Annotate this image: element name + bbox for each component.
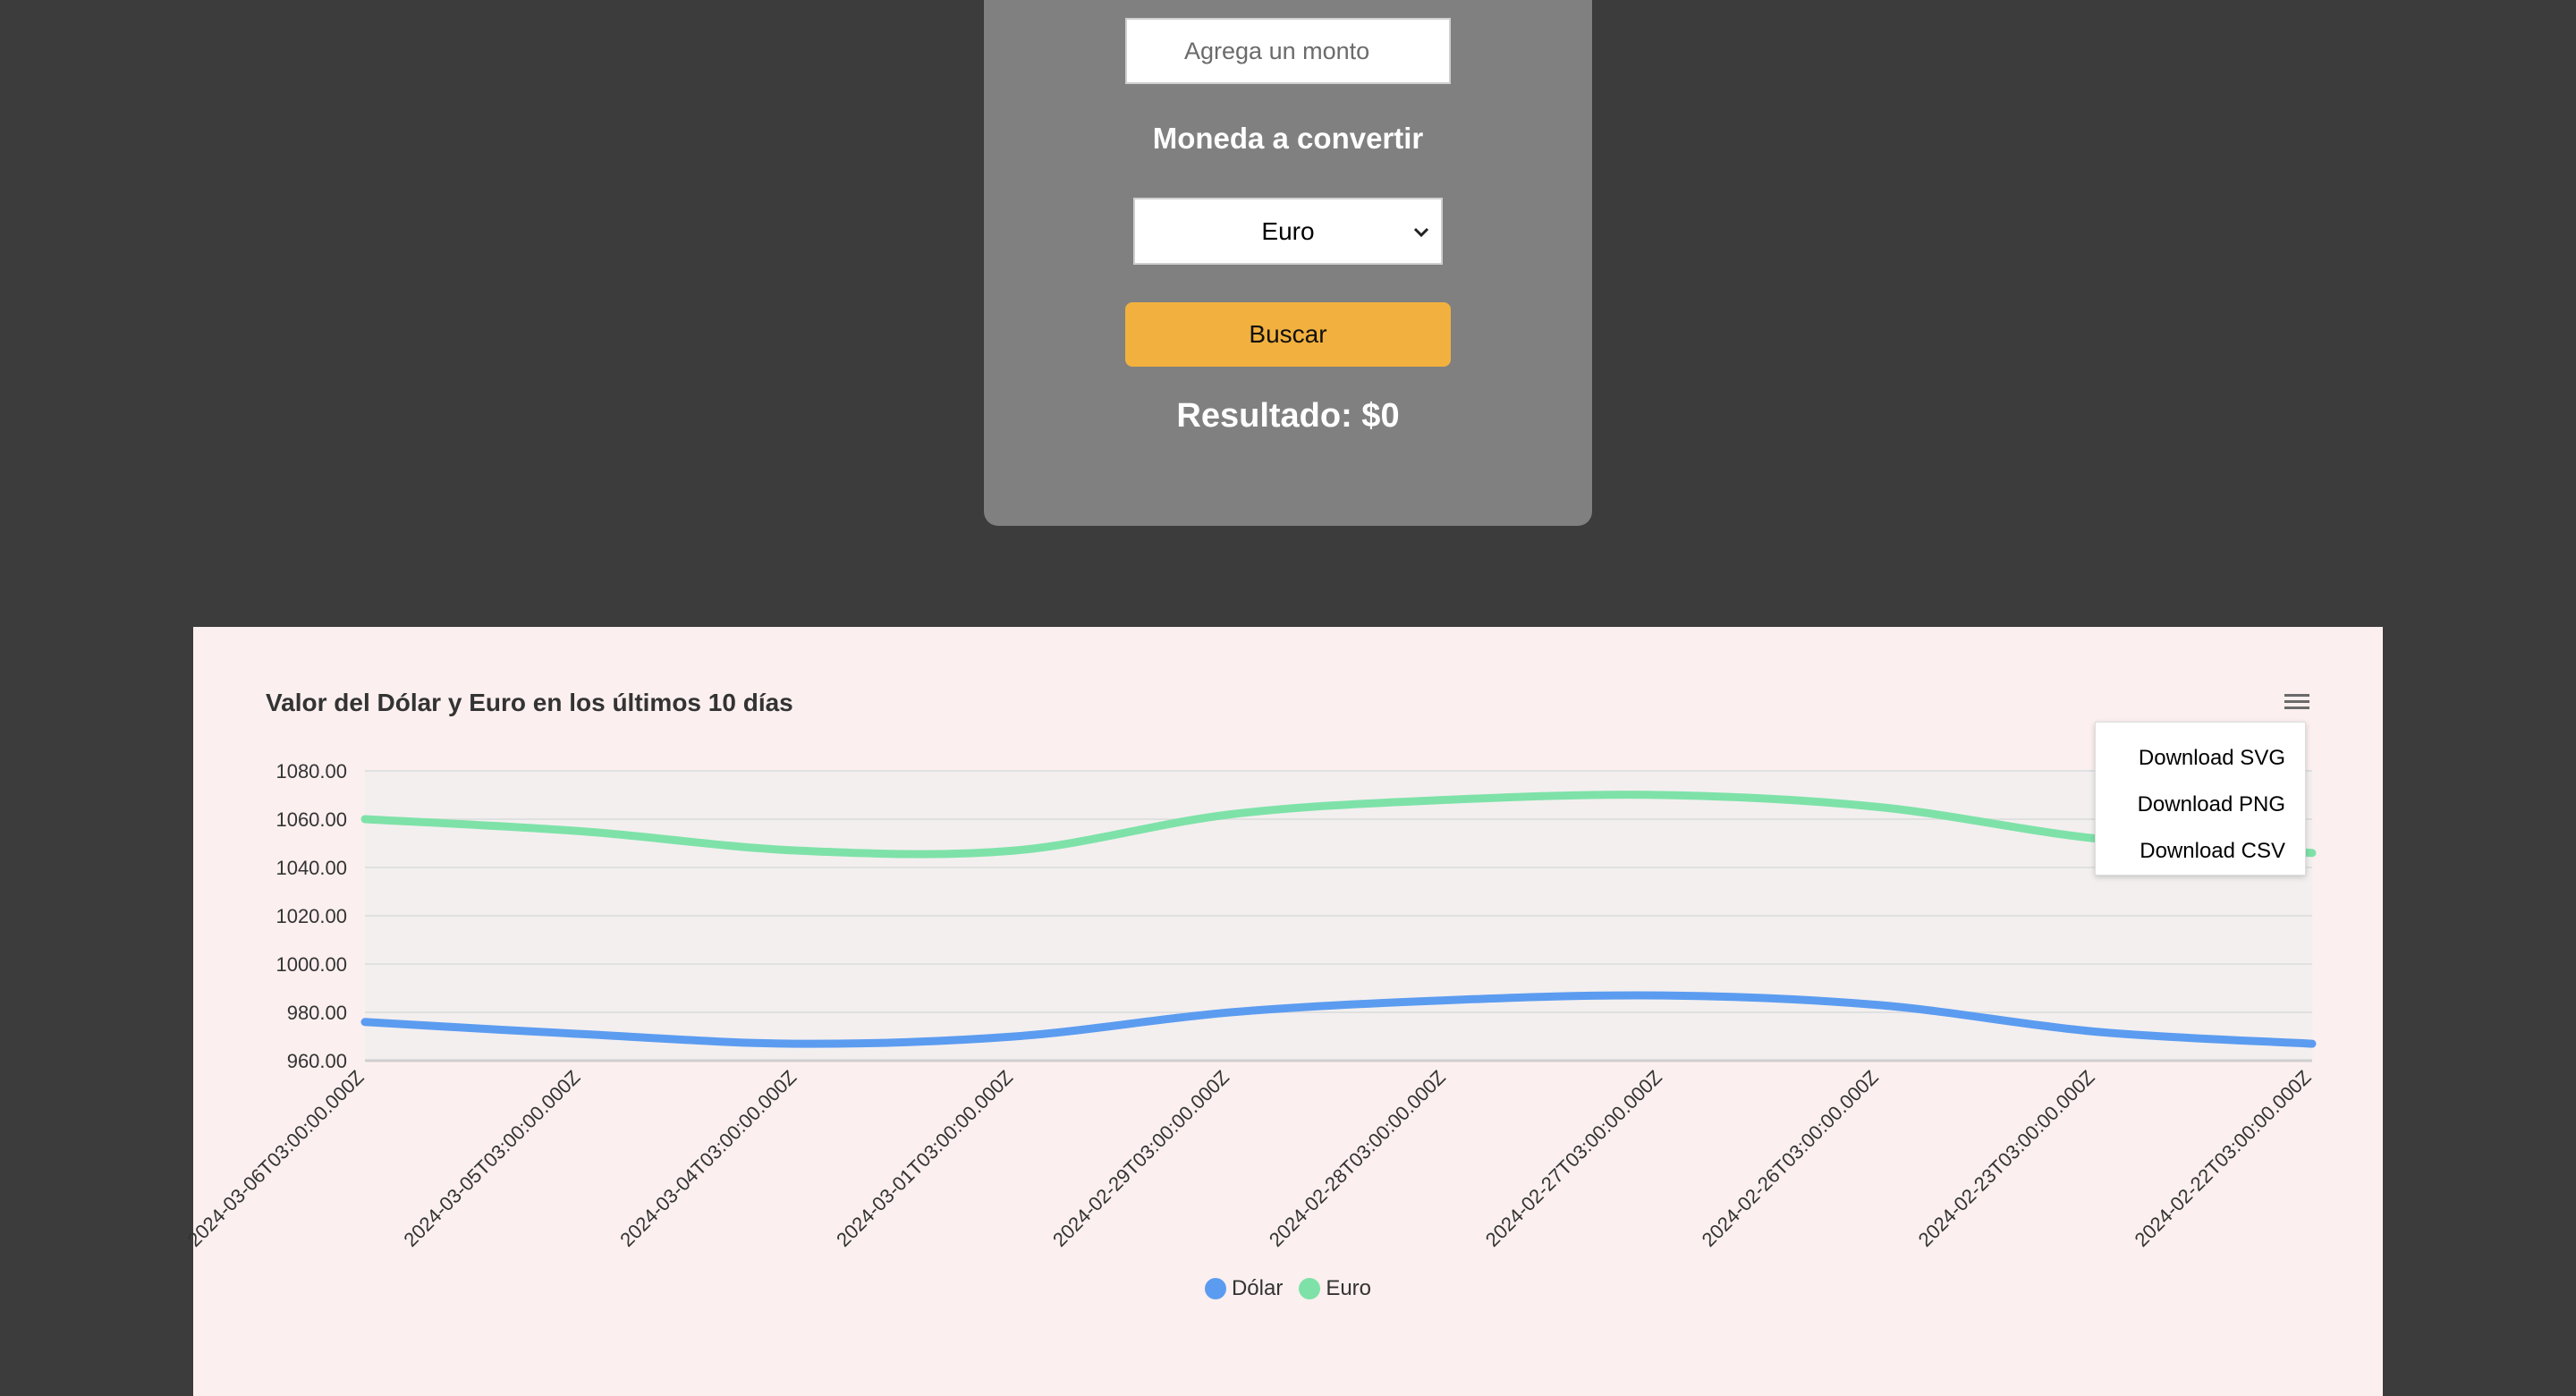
x-tick-label: 2024-03-01T03:00:00.000Z [832, 1066, 1017, 1251]
data-point-dolar [364, 1021, 366, 1023]
data-point-euro [797, 850, 799, 851]
x-tick-label: 2024-02-27T03:00:00.000Z [1481, 1066, 1666, 1251]
export-menu: Download SVG Download PNG Download CSV [2095, 722, 2306, 876]
data-point-dolar [1662, 994, 1664, 996]
data-point-dolar [2311, 1043, 2313, 1045]
menu-icon[interactable] [2281, 689, 2313, 715]
x-tick-label: 2024-03-05T03:00:00.000Z [399, 1066, 584, 1251]
y-tick-label: 1040.00 [275, 857, 347, 879]
y-tick-label: 1000.00 [275, 953, 347, 976]
y-tick-label: 1080.00 [275, 760, 347, 783]
download-png-item[interactable]: Download PNG [2096, 782, 2305, 828]
data-point-euro [2311, 852, 2313, 854]
x-tick-label: 2024-03-06T03:00:00.000Z [182, 1066, 368, 1251]
y-tick-label: 1060.00 [275, 808, 347, 831]
y-tick-label: 980.00 [287, 1002, 347, 1024]
chart-legend: Dólar Euro [0, 1276, 2576, 1301]
y-tick-label: 960.00 [287, 1050, 347, 1072]
legend-marker-dolar [1204, 1278, 1226, 1299]
data-point-dolar [1878, 1004, 1880, 1006]
legend-label-dolar: Dólar [1231, 1276, 1284, 1300]
legend-item-euro[interactable]: Euro [1299, 1276, 1371, 1301]
data-point-euro [1662, 794, 1664, 796]
legend-marker-euro [1299, 1278, 1321, 1299]
y-tick-label: 1020.00 [275, 905, 347, 927]
data-point-euro [580, 831, 582, 832]
x-tick-label: 2024-02-23T03:00:00.000Z [1914, 1066, 2099, 1251]
data-point-euro [1013, 850, 1015, 851]
x-tick-label: 2024-03-04T03:00:00.000Z [615, 1066, 801, 1251]
x-tick-label: 2024-02-28T03:00:00.000Z [1265, 1066, 1450, 1251]
data-point-euro [364, 818, 366, 820]
data-point-dolar [1013, 1036, 1015, 1037]
download-csv-item[interactable]: Download CSV [2096, 828, 2305, 875]
legend-item-dolar[interactable]: Dólar [1204, 1276, 1284, 1301]
x-tick-label: 2024-02-26T03:00:00.000Z [1698, 1066, 1883, 1251]
data-point-dolar [1445, 1000, 1447, 1001]
data-point-dolar [580, 1033, 582, 1035]
line-chart: 960.00 980.00 1000.00 1020.00 1040.00 1060.00… [182, 760, 2317, 1251]
x-tick-label: 2024-02-29T03:00:00.000Z [1048, 1066, 1233, 1251]
legend-label-euro: Euro [1326, 1276, 1372, 1300]
data-point-dolar [2095, 1031, 2097, 1033]
x-tick-label: 2024-02-22T03:00:00.000Z [2130, 1066, 2315, 1251]
data-point-dolar [797, 1043, 799, 1045]
data-point-dolar [1230, 1011, 1232, 1013]
data-point-euro [1878, 807, 1880, 808]
download-svg-item[interactable]: Download SVG [2096, 735, 2305, 782]
data-point-euro [1230, 814, 1232, 816]
